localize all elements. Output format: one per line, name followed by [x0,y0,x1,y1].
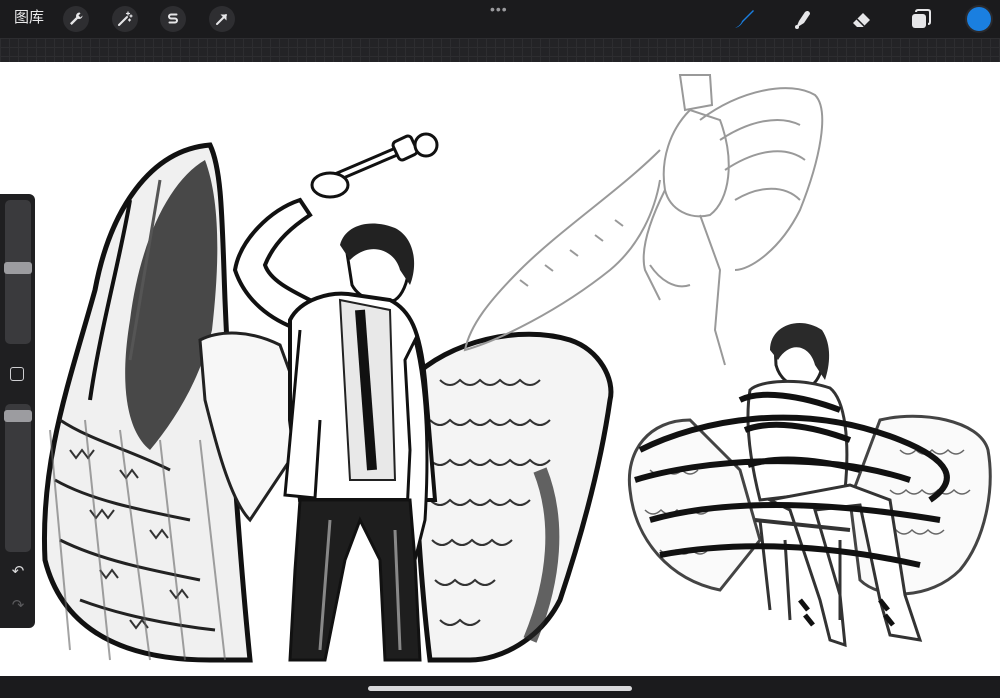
undo-icon[interactable]: ↶ [8,564,28,580]
selection-s-icon[interactable] [160,6,186,32]
left-sidebar: ↶ ↷ [0,194,35,628]
smudge-icon[interactable] [790,6,816,32]
right-wing-drawing [407,331,614,663]
eraser-icon[interactable] [849,6,875,32]
layers-icon[interactable] [908,6,934,32]
brush-size-thumb[interactable] [4,262,32,274]
modify-button[interactable] [10,367,24,381]
opacity-thumb[interactable] [4,410,32,422]
opacity-slider[interactable] [4,404,32,552]
more-menu-icon[interactable]: ••• [490,2,508,16]
home-indicator[interactable] [368,686,632,691]
magic-wand-icon[interactable] [112,6,138,32]
seated-figure-drawing [627,322,992,648]
flying-figure-sketch [463,74,824,366]
canvas-grid-border [0,38,1000,62]
gallery-button[interactable]: 图库 [14,8,44,28]
bottom-bar [0,676,1000,698]
redo-icon[interactable]: ↷ [8,598,28,614]
transform-arrow-icon[interactable] [209,6,235,32]
brush-icon[interactable] [731,6,757,32]
color-picker-swatch[interactable] [967,7,991,31]
brush-size-slider[interactable] [4,200,32,344]
sketch-artwork [41,74,992,663]
drawing-canvas[interactable] [0,62,1000,676]
top-toolbar: 图库 ••• [0,0,1000,38]
wrench-icon[interactable] [63,6,89,32]
